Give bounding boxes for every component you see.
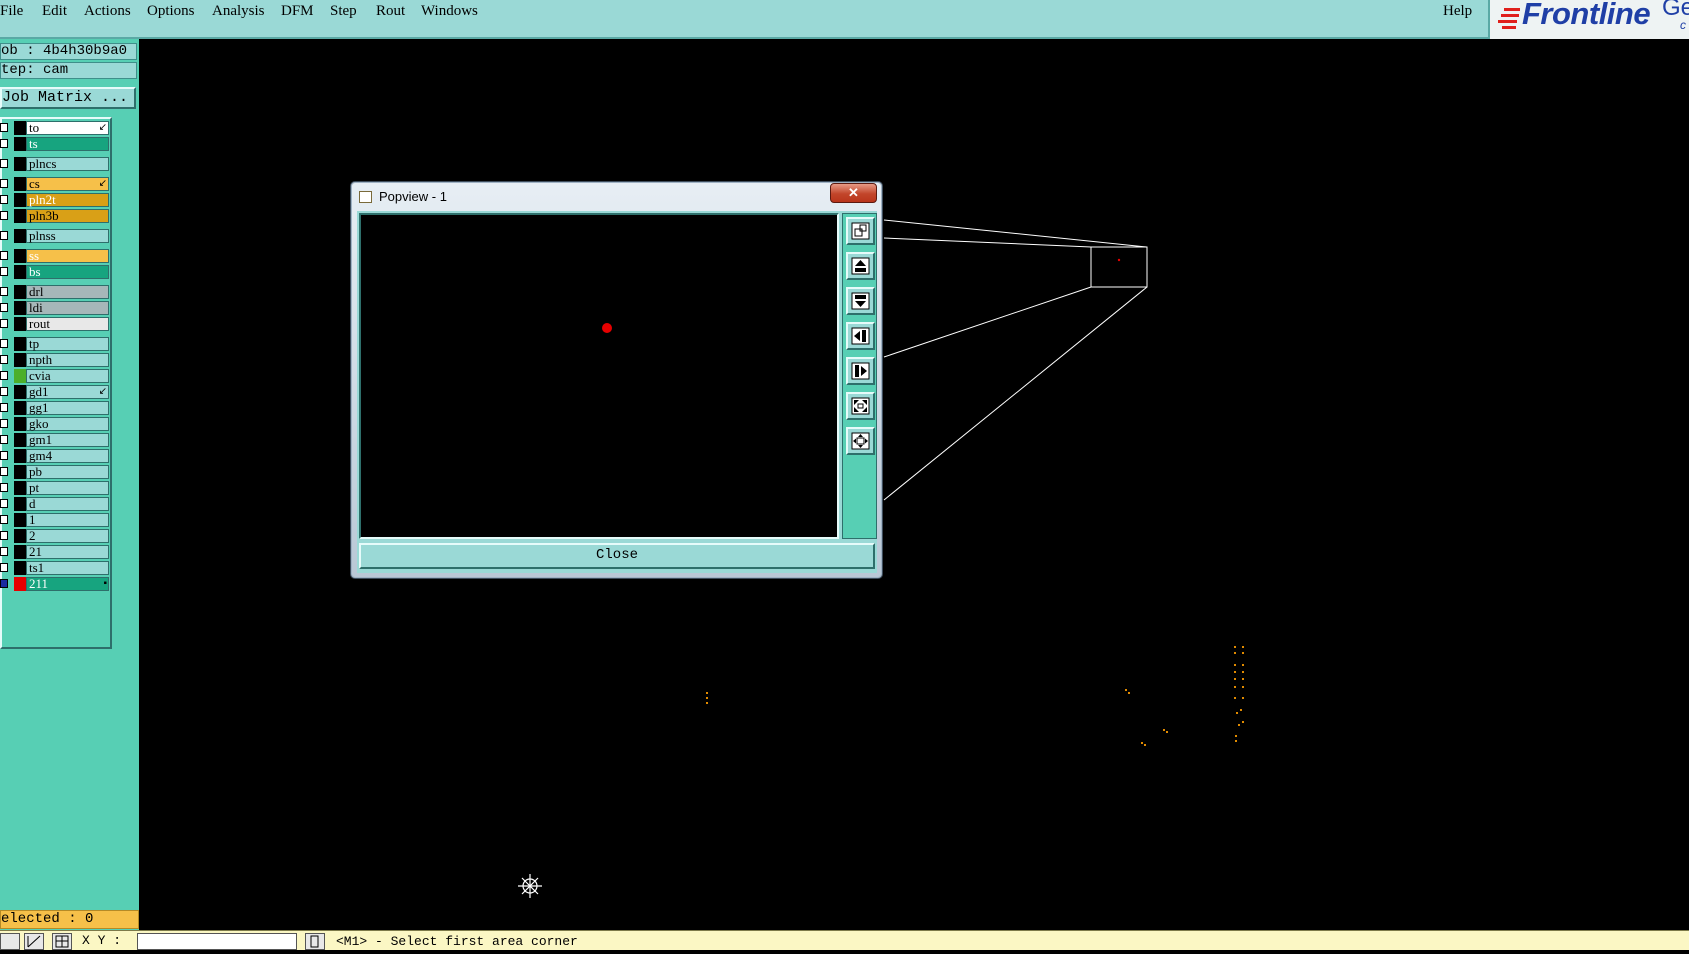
measure-tool-button[interactable] xyxy=(24,933,44,950)
zoom-region-feature xyxy=(1117,258,1121,262)
xy-coordinate-input[interactable] xyxy=(137,933,297,950)
board-features xyxy=(706,646,1244,746)
grid-icon xyxy=(55,935,69,948)
popview-window: Popview - 1 ✕ Close xyxy=(350,181,883,579)
zoom-in-icon xyxy=(851,432,870,450)
measure-icon xyxy=(27,935,41,948)
projection-line xyxy=(883,286,1092,358)
window-app-icon xyxy=(359,191,372,203)
zoom-home-button[interactable] xyxy=(846,217,875,245)
zoom-in-button[interactable] xyxy=(846,427,875,455)
snap-icon xyxy=(310,935,319,948)
popview-titlebar[interactable]: Popview - 1 ✕ xyxy=(351,182,882,209)
pan-right-button[interactable] xyxy=(846,357,875,385)
popview-canvas[interactable] xyxy=(359,213,839,539)
cursor-icon xyxy=(518,874,542,898)
projection-line xyxy=(883,286,1148,501)
xy-label: X Y : xyxy=(82,933,122,948)
pan-down-icon xyxy=(851,292,870,310)
zoom-out-icon xyxy=(851,397,870,415)
pan-down-button[interactable] xyxy=(846,287,875,315)
snap-toggle-button[interactable] xyxy=(305,933,325,950)
window-close-button[interactable]: ✕ xyxy=(830,183,877,203)
popview-close-button[interactable]: Close xyxy=(359,543,875,569)
zoom-home-icon xyxy=(851,222,870,240)
popview-body: Close xyxy=(357,211,877,573)
pan-right-icon xyxy=(851,362,870,380)
status-message: <M1> - Select first area corner xyxy=(336,934,578,949)
select-tool-button[interactable] xyxy=(0,933,20,950)
pan-up-icon xyxy=(851,257,870,275)
popview-toolbar xyxy=(842,213,877,539)
projection-line xyxy=(883,219,1148,248)
popview-feature-dot xyxy=(602,323,612,333)
grid-tool-button[interactable] xyxy=(52,933,72,950)
pan-up-button[interactable] xyxy=(846,252,875,280)
popview-title: Popview - 1 xyxy=(379,189,447,204)
pan-left-icon xyxy=(851,327,870,345)
zoom-out-button[interactable] xyxy=(846,392,875,420)
bottom-status-bar: X Y : <M1> - Select first area corner xyxy=(0,930,1689,950)
pan-left-button[interactable] xyxy=(846,322,875,350)
projection-line xyxy=(883,237,1092,248)
zoom-region-rect xyxy=(1090,246,1148,288)
